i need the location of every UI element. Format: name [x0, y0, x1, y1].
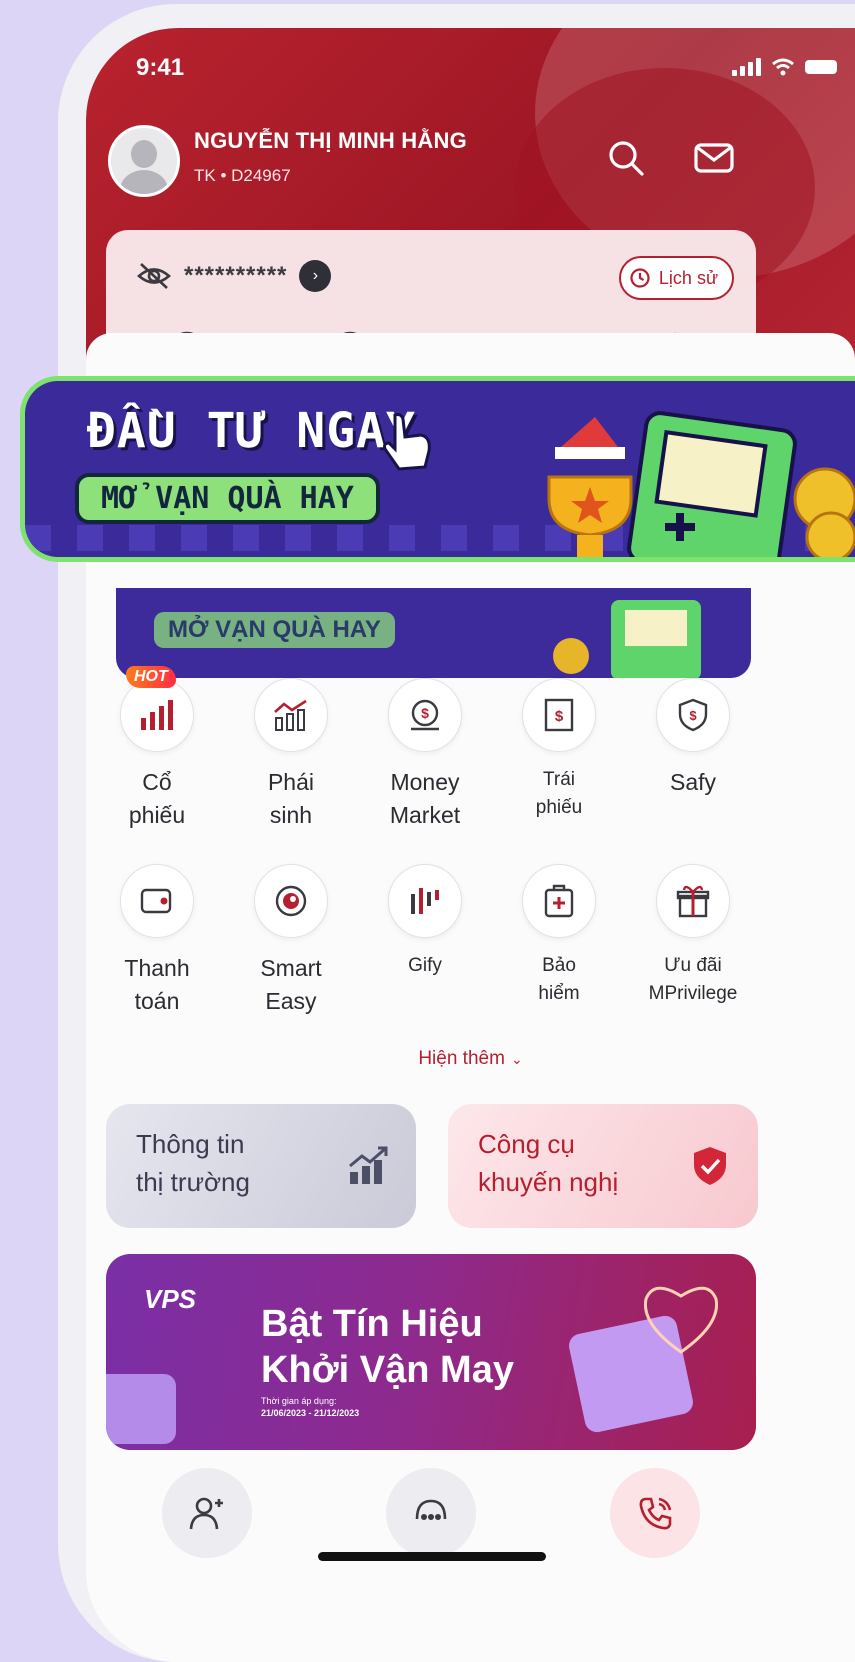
service-smart-easy[interactable]: Smart Easy [224, 864, 358, 1019]
pointer-hand-icon [383, 413, 431, 471]
money-market-icon: $ [388, 678, 462, 752]
shield-dollar-icon: $ [656, 678, 730, 752]
service-label: Bảo hiểm [538, 955, 580, 1004]
service-stock[interactable]: HOT Cổ phiếu [90, 666, 224, 833]
promo-banner-back[interactable]: MỞ VẠN QUÀ HAY [116, 588, 751, 678]
wifi-icon [772, 58, 794, 76]
status-icons [732, 58, 837, 76]
balance-masked: ********** [184, 262, 288, 289]
bond-icon: $ [522, 678, 596, 752]
service-label: Safy [669, 769, 717, 795]
market-info-label: Thông tin thị trường [136, 1129, 250, 1197]
svg-text:$: $ [555, 708, 564, 725]
service-derivative[interactable]: Phái sinh [224, 678, 358, 833]
recommendation-tools-label: Công cụ khuyến nghị [478, 1129, 619, 1197]
gift-box-image [106, 1374, 176, 1444]
promo-title: ĐẦU TƯ NGAY [87, 403, 416, 459]
service-insurance[interactable]: Bảo hiểm [492, 864, 626, 1007]
svg-text:$: $ [421, 705, 429, 721]
clock-icon [630, 268, 650, 288]
mail-icon[interactable] [692, 136, 736, 180]
service-money-market[interactable]: $ Money Market [358, 678, 492, 833]
recommendation-tools-card[interactable]: Công cụ khuyến nghị [448, 1104, 758, 1228]
heart-icon [643, 1286, 719, 1354]
avatar[interactable] [108, 125, 180, 197]
vps-logo: VPS [144, 1284, 197, 1314]
show-more-label: Hiện thêm [418, 1048, 505, 1069]
history-label: Lịch sử [658, 267, 718, 288]
community-icon [415, 1499, 447, 1520]
service-label: Smart Easy [260, 955, 322, 1015]
service-gify[interactable]: Gify [358, 864, 492, 980]
vps-banner-title: Bật Tín Hiệu Khởi Vận May [261, 1303, 514, 1391]
service-bond[interactable]: $ Trái phiếu [492, 678, 626, 821]
add-user-icon [189, 1497, 223, 1530]
wallet-icon [120, 864, 194, 938]
svg-text:$: $ [689, 708, 697, 723]
chevron-right-icon[interactable]: › [299, 260, 332, 292]
service-label: Trái phiếu [535, 769, 583, 818]
search-icon[interactable] [604, 136, 648, 180]
battery-icon [805, 60, 837, 74]
service-label: Ưu đãi MPrivilege [648, 955, 738, 1004]
service-payment[interactable]: Thanh toán [90, 864, 224, 1019]
user-name: NGUYỄN THỊ MINH HẰNG [194, 128, 467, 153]
eye-off-icon[interactable] [136, 261, 172, 291]
vps-period: 21/06/2023 - 21/12/2023 [261, 1408, 360, 1418]
gify-icon [388, 864, 462, 938]
game-console-icon [547, 411, 855, 557]
service-safy[interactable]: $ Safy [626, 678, 760, 799]
add-user-button[interactable] [162, 1468, 252, 1558]
promo-subtitle: MỞ VẠN QUÀ HAY [75, 473, 380, 524]
service-label: Money Market [389, 769, 461, 829]
show-more-button[interactable]: Hiện thêm ⌄ [86, 1048, 855, 1070]
status-time: 9:41 [136, 54, 185, 81]
insurance-icon [522, 864, 596, 938]
promo-subtitle-back: MỞ VẠN QUÀ HAY [154, 612, 395, 648]
service-label: Thanh toán [124, 955, 190, 1015]
home-indicator[interactable] [318, 1552, 546, 1561]
signal-icon [732, 58, 761, 76]
bottom-actions [86, 1468, 855, 1558]
service-label: Cổ phiếu [128, 769, 186, 829]
stock-chart-icon [120, 678, 194, 752]
market-info-card[interactable]: Thông tin thị trường [106, 1104, 416, 1228]
vps-period-label: Thời gian áp dụng: [261, 1396, 337, 1406]
gift-icon [656, 864, 730, 938]
service-label: Gify [408, 955, 442, 976]
service-mprivilege[interactable]: Ưu đãi MPrivilege [626, 864, 760, 1007]
promo-banner[interactable]: ĐẦU TƯ NGAY MỞ VẠN QUÀ HAY [20, 376, 855, 562]
call-button[interactable] [610, 1468, 700, 1558]
shield-check-icon [694, 1147, 726, 1185]
target-icon [254, 864, 328, 938]
chevron-down-icon: ⌄ [510, 1051, 523, 1067]
phone-call-icon [639, 1497, 672, 1530]
vps-promo-banner[interactable]: VPS Bật Tín Hiệu Khởi Vận May Thời gian … [106, 1254, 756, 1450]
community-button[interactable] [386, 1468, 476, 1558]
app-screen: 9:41 NGUYỄN THỊ MINH HẰNG TK • D24967 **… [86, 28, 855, 1662]
game-console-icon [553, 600, 701, 678]
history-button[interactable]: Lịch sử [618, 256, 734, 300]
hot-badge: HOT [126, 666, 176, 688]
derivative-chart-icon [254, 678, 328, 752]
account-number: TK • D24967 [194, 166, 291, 185]
service-label: Phái sinh [267, 769, 315, 829]
trend-chart-icon [349, 1146, 388, 1184]
